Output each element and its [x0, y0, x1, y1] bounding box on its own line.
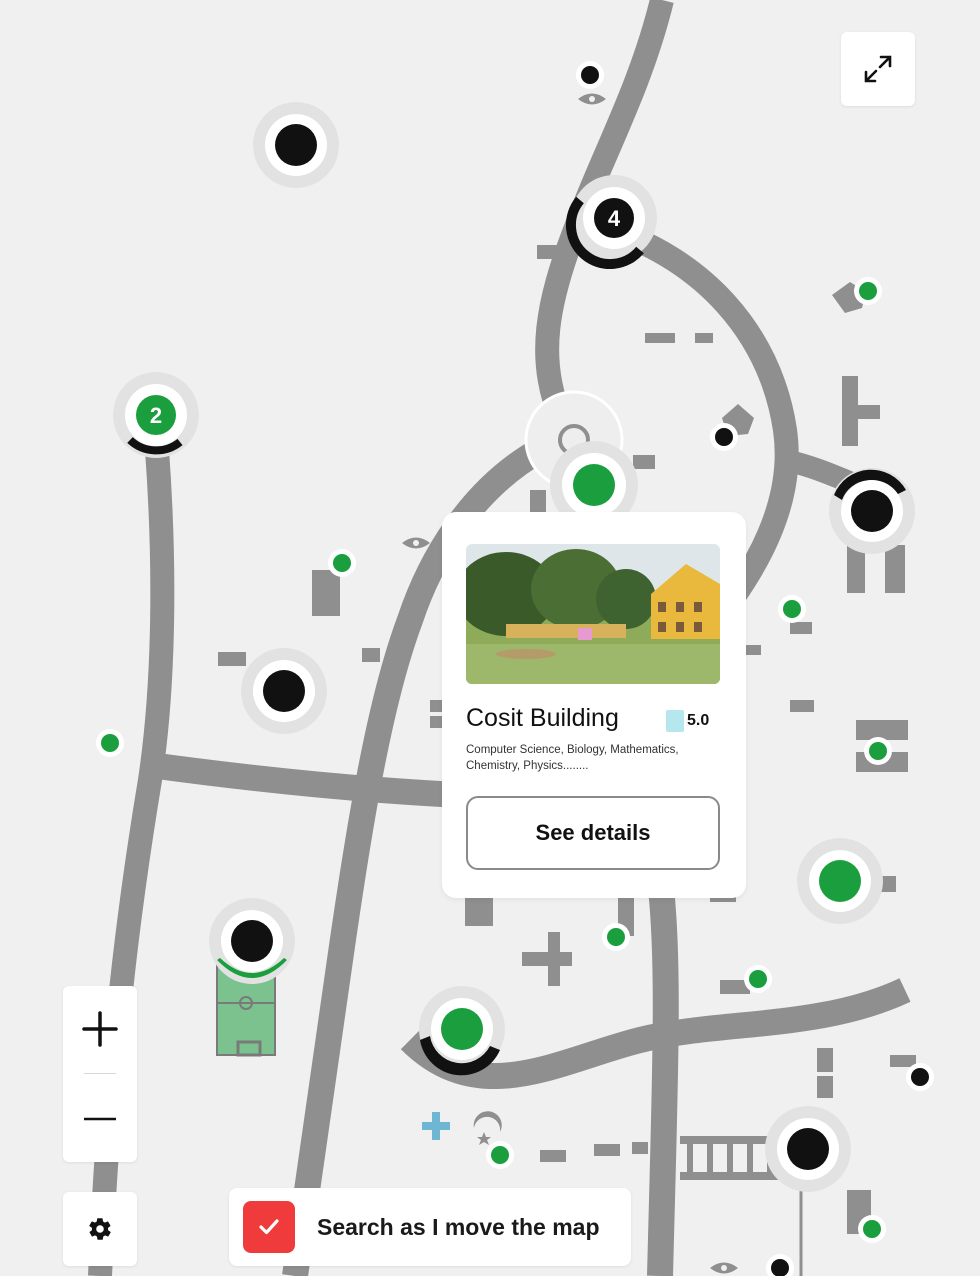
small-marker[interactable]: [710, 423, 738, 451]
small-marker[interactable]: [96, 729, 124, 757]
map-marker[interactable]: [253, 102, 339, 188]
zoom-in-button[interactable]: [63, 986, 137, 1072]
place-popup-card[interactable]: Cosit Building 5.0 Computer Science, Bio…: [442, 512, 746, 898]
expand-arrows-icon: [864, 55, 892, 83]
map-marker[interactable]: [829, 468, 915, 554]
see-details-button[interactable]: See details: [466, 796, 720, 870]
road: [647, 878, 679, 1276]
search-as-move-toggle[interactable]: Search as I move the map: [229, 1188, 631, 1266]
zoom-controls: [63, 986, 137, 1162]
small-marker[interactable]: [858, 1215, 886, 1243]
small-marker[interactable]: [328, 549, 356, 577]
fullscreen-button[interactable]: [841, 32, 915, 106]
search-as-move-checkbox[interactable]: [243, 1201, 295, 1253]
map-marker[interactable]: [209, 898, 295, 984]
minus-icon: [84, 1117, 116, 1121]
place-photo: [466, 544, 720, 684]
rating-icon: [666, 710, 684, 732]
plus-icon: [82, 1011, 118, 1047]
map-marker[interactable]: [241, 648, 327, 734]
small-marker[interactable]: [854, 277, 882, 305]
small-marker[interactable]: [744, 965, 772, 993]
search-as-move-label: Search as I move the map: [317, 1213, 600, 1240]
small-marker[interactable]: [486, 1141, 514, 1169]
settings-button[interactable]: [63, 1192, 137, 1266]
small-marker[interactable]: [906, 1063, 934, 1091]
map-marker[interactable]: [765, 1106, 851, 1192]
place-title: Cosit Building: [466, 704, 619, 732]
place-description: Computer Science, Biology, Mathematics, …: [466, 744, 679, 772]
map-marker[interactable]: [797, 838, 883, 924]
cluster-marker[interactable]: 2: [113, 372, 199, 458]
gear-icon: [89, 1218, 111, 1240]
cluster-count: 4: [608, 206, 621, 231]
small-marker[interactable]: [602, 923, 630, 951]
small-marker[interactable]: [576, 61, 604, 89]
rating-value: 5.0: [687, 712, 710, 729]
small-marker[interactable]: [864, 737, 892, 765]
small-marker[interactable]: [778, 595, 806, 623]
cluster-count: 2: [150, 403, 162, 428]
map-marker[interactable]: [419, 986, 505, 1076]
divider: [84, 1073, 116, 1074]
zoom-out-button[interactable]: [63, 1076, 137, 1162]
check-icon: [259, 1219, 279, 1235]
